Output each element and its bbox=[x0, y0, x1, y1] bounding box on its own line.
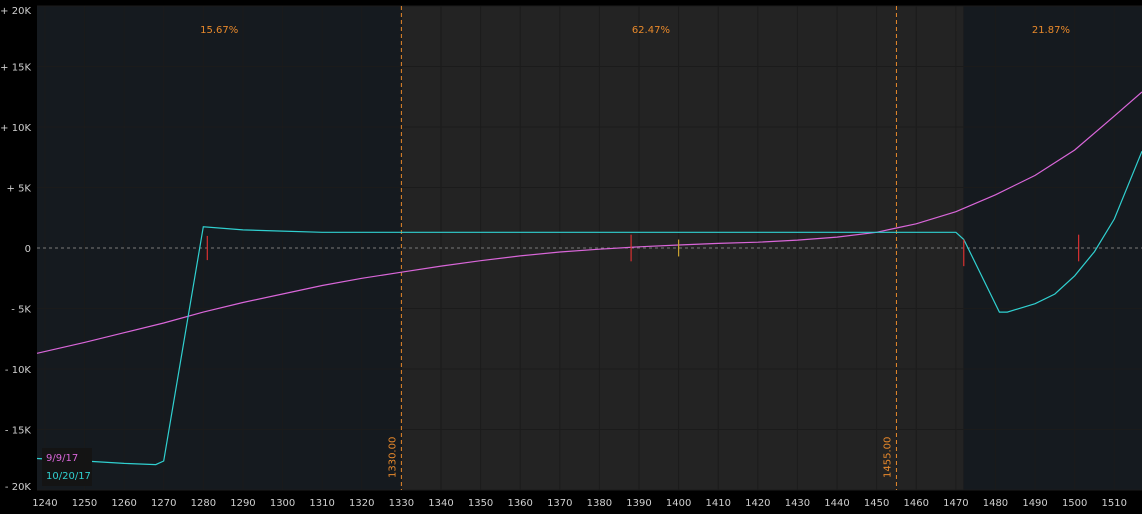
x-tick-label-1270: 1270 bbox=[151, 498, 176, 509]
x-tick-label-1450: 1450 bbox=[864, 498, 889, 509]
x-tick-label-1510: 1510 bbox=[1102, 498, 1127, 509]
x-tick-label-1330: 1330 bbox=[389, 498, 414, 509]
region-percent-label-1: 62.47% bbox=[632, 25, 670, 36]
risk-profile-chart: 1330.00 1455.00 + 20K + 15K + 10K + 5K 0 - 5K -… bbox=[0, 0, 1142, 514]
x-tick-label-1290: 1290 bbox=[230, 498, 255, 509]
price-line-label-0: 1330.00 bbox=[387, 437, 398, 478]
legend-entry-0: 9/9/17 bbox=[46, 453, 78, 464]
y-tick-label-8: - 20K bbox=[5, 482, 32, 493]
x-tick-label-1320: 1320 bbox=[349, 498, 374, 509]
y-tick-label-1: + 15K bbox=[0, 63, 31, 74]
y-tick-label-6: - 10K bbox=[5, 365, 32, 376]
x-tick-label-1300: 1300 bbox=[270, 498, 295, 509]
x-tick-label-1420: 1420 bbox=[745, 498, 770, 509]
x-tick-label-1280: 1280 bbox=[191, 498, 216, 509]
x-tick-label-1240: 1240 bbox=[32, 498, 57, 509]
x-tick-label-1310: 1310 bbox=[309, 498, 334, 509]
x-tick-label-1260: 1260 bbox=[111, 498, 136, 509]
y-tick-label-4: 0 bbox=[25, 244, 31, 255]
x-tick-label-1500: 1500 bbox=[1062, 498, 1087, 509]
x-tick-label-1490: 1490 bbox=[1022, 498, 1047, 509]
x-tick-label-1360: 1360 bbox=[507, 498, 532, 509]
x-tick-label-1250: 1250 bbox=[72, 498, 97, 509]
y-tick-label-5: - 5K bbox=[11, 305, 31, 316]
x-tick-label-1460: 1460 bbox=[904, 498, 929, 509]
x-tick-label-1390: 1390 bbox=[626, 498, 651, 509]
x-tick-label-1410: 1410 bbox=[705, 498, 730, 509]
x-tick-label-1400: 1400 bbox=[666, 498, 691, 509]
x-tick-label-1370: 1370 bbox=[547, 498, 572, 509]
x-tick-label-1380: 1380 bbox=[587, 498, 612, 509]
y-tick-label-3: + 5K bbox=[7, 184, 32, 195]
region-percent-label-2: 21.87% bbox=[1032, 25, 1070, 36]
region-percent-label-0: 15.67% bbox=[200, 25, 238, 36]
x-tick-label-1440: 1440 bbox=[824, 498, 849, 509]
x-tick-label-1340: 1340 bbox=[428, 498, 453, 509]
y-tick-label-2: + 10K bbox=[0, 123, 31, 134]
legend: 9/9/17 10/20/17 bbox=[42, 448, 92, 486]
x-tick-label-1480: 1480 bbox=[983, 498, 1008, 509]
price-line-label-1: 1455.00 bbox=[882, 437, 893, 478]
x-tick-label-1350: 1350 bbox=[468, 498, 493, 509]
x-tick-label-1430: 1430 bbox=[785, 498, 810, 509]
y-tick-label-0: + 20K bbox=[0, 6, 31, 17]
region-2 bbox=[896, 6, 964, 490]
x-tick-label-1470: 1470 bbox=[943, 498, 968, 509]
legend-entry-1: 10/20/17 bbox=[46, 471, 91, 482]
y-tick-label-7: - 15K bbox=[5, 426, 32, 437]
